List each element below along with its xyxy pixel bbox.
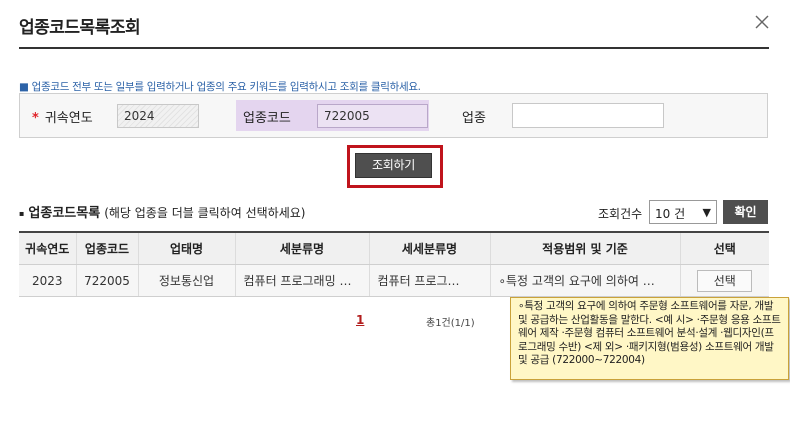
cell-code: 722005 (76, 264, 139, 297)
column-header: 선택 (680, 231, 769, 265)
year-field: 2024 (117, 104, 199, 128)
select-row-button[interactable]: 선택 (697, 269, 753, 292)
code-label: 업종코드 (243, 111, 291, 126)
table-header-row: 귀속연도 업종코드 업태명 세분류명 세세분류명 적용범위 및 기준 선택 (19, 231, 769, 265)
search-button[interactable]: 조회하기 (355, 153, 432, 178)
table-row[interactable]: 2023 722005 정보통신업 컴퓨터 프로그래밍 … 컴퓨터 프로그… ∘… (19, 264, 769, 297)
industry-label: 업종 (462, 111, 486, 126)
industry-input[interactable] (512, 103, 664, 128)
code-input[interactable]: 722005 (317, 104, 428, 128)
bullet-icon: ▪ (19, 209, 25, 218)
cell-business: 정보통신업 (138, 264, 236, 297)
industry-table: 귀속연도 업종코드 업태명 세분류명 세세분류명 적용범위 및 기준 선택 20… (19, 231, 769, 297)
count-select[interactable]: 10 건 ▼ (649, 200, 717, 224)
year-label: * 귀속연도 (32, 111, 93, 126)
column-header: 귀속연도 (19, 231, 77, 265)
scope-tooltip: ∘특정 고객의 요구에 의하여 주문형 소프트웨어를 자문, 개발 및 공급하는… (510, 297, 789, 380)
cell-scope: ∘특정 고객의 요구에 의하여 … (490, 264, 681, 297)
total-count: 총1건(1/1) (426, 318, 475, 329)
search-hint-text: 업종코드 전부 또는 일부를 입력하거나 업종의 주요 키워드를 입력하시고 조… (31, 81, 421, 93)
chevron-down-icon: ▼ (702, 206, 711, 219)
cell-year: 2023 (19, 264, 77, 297)
dialog-title: 업종코드목록조회 (19, 18, 141, 38)
list-subtitle: (해당 업종을 더블 클릭하여 선택하세요) (104, 206, 306, 220)
count-label: 조회건수 (598, 207, 643, 221)
cell-sub-category: 컴퓨터 프로그래밍 … (235, 264, 370, 297)
column-header: 세세분류명 (369, 231, 491, 265)
column-header: 업종코드 (76, 231, 139, 265)
confirm-button[interactable]: 확인 (723, 200, 768, 224)
bullet-icon: ■ (19, 81, 29, 93)
required-mark: * (32, 111, 39, 126)
list-title: ▪ 업종코드목록 (해당 업종을 더블 클릭하여 선택하세요) (19, 206, 306, 221)
search-hint: ■ 업종코드 전부 또는 일부를 입력하거나 업종의 주요 키워드를 입력하시고 … (19, 79, 421, 94)
cell-select: 선택 (680, 264, 769, 297)
close-icon[interactable] (754, 14, 770, 30)
column-header: 세분류명 (235, 231, 370, 265)
column-header: 업태명 (138, 231, 236, 265)
title-divider (19, 47, 769, 49)
page-link-1[interactable]: 1 (356, 313, 364, 327)
column-header: 적용범위 및 기준 (490, 231, 681, 265)
cell-sub-sub-category: 컴퓨터 프로그… (369, 264, 491, 297)
